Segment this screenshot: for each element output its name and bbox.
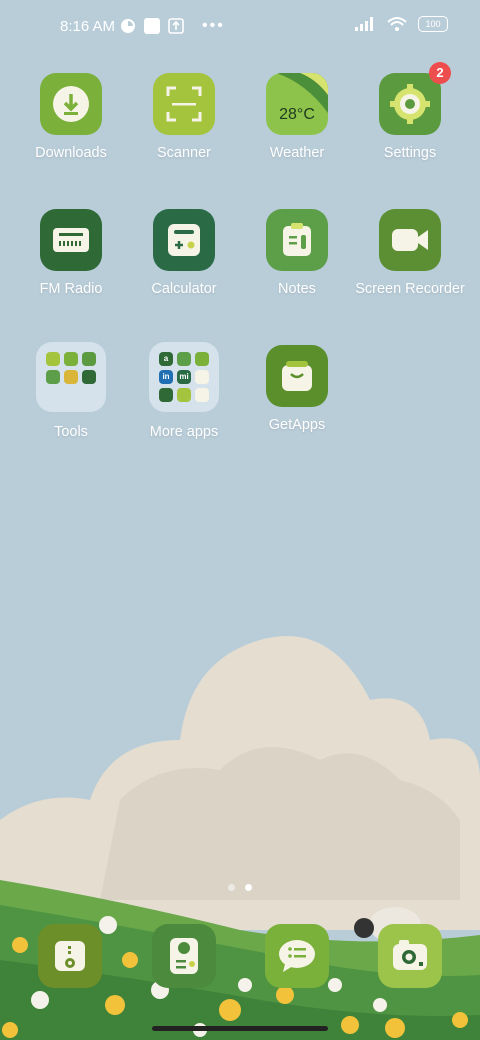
clock: 8:16 AM bbox=[60, 18, 116, 35]
messages-app[interactable] bbox=[265, 924, 329, 988]
signal-icon bbox=[355, 17, 373, 31]
video-camera-icon bbox=[392, 229, 428, 251]
notification-square-icon bbox=[144, 18, 160, 34]
status-bar: 8:16 AM ••• 100 bbox=[0, 0, 480, 56]
notification-icons: ••• bbox=[120, 17, 225, 35]
app-label: More apps bbox=[149, 424, 219, 440]
app-label: Settings bbox=[383, 145, 437, 161]
app-notes[interactable]: Notes bbox=[242, 209, 352, 298]
camera-icon bbox=[393, 940, 427, 970]
app-screen-recorder[interactable]: Screen Recorder bbox=[355, 209, 465, 298]
app-getapps[interactable]: GetApps bbox=[242, 345, 352, 434]
phone-app[interactable] bbox=[38, 924, 102, 988]
amazon-icon: a bbox=[163, 354, 169, 363]
app-icon bbox=[266, 345, 328, 407]
linkedin-icon: in bbox=[162, 372, 170, 381]
app-scanner[interactable]: Scanner bbox=[129, 73, 239, 162]
wifi-icon bbox=[387, 17, 407, 31]
app-icon bbox=[40, 73, 102, 135]
calculator-icon bbox=[168, 224, 200, 256]
app-label: Downloads bbox=[35, 145, 107, 161]
folder-icon: a in mi bbox=[149, 342, 219, 412]
scan-icon bbox=[166, 86, 202, 122]
message-icon bbox=[279, 940, 315, 972]
more-dots-icon: ••• bbox=[202, 17, 225, 34]
app-fm-radio[interactable]: FM Radio bbox=[16, 209, 126, 298]
app-label: GetApps bbox=[268, 417, 326, 433]
weather-temperature: 28°C bbox=[279, 106, 315, 123]
gear-icon bbox=[390, 84, 430, 124]
weather-icon: 28°C bbox=[266, 73, 328, 135]
app-calculator[interactable]: Calculator bbox=[129, 209, 239, 298]
radio-icon bbox=[53, 228, 89, 252]
app-label: Scanner bbox=[156, 145, 211, 161]
app-label: FM Radio bbox=[39, 281, 103, 297]
app-icon bbox=[40, 209, 102, 271]
app-icon bbox=[153, 73, 215, 135]
battery-icon: 100 bbox=[418, 16, 448, 32]
dock bbox=[0, 924, 480, 988]
alarm-icon bbox=[121, 19, 135, 33]
folder-icon bbox=[36, 342, 106, 412]
folder-tools[interactable]: Tools bbox=[16, 342, 126, 441]
app-icon bbox=[153, 209, 215, 271]
app-downloads[interactable]: Downloads bbox=[16, 73, 126, 162]
home-indicator[interactable] bbox=[152, 1026, 328, 1031]
upload-icon bbox=[168, 18, 184, 34]
app-settings[interactable]: 2 Settings bbox=[355, 62, 465, 162]
app-weather[interactable]: 28°C Weather bbox=[242, 73, 352, 162]
app-icon bbox=[266, 209, 328, 271]
phone-icon bbox=[55, 941, 85, 971]
notes-icon bbox=[283, 223, 311, 256]
security-app[interactable] bbox=[152, 924, 216, 988]
security-icon bbox=[170, 938, 198, 974]
system-icons: 100 bbox=[354, 16, 448, 32]
download-icon bbox=[53, 86, 89, 122]
app-label: Calculator bbox=[151, 281, 217, 297]
app-label: Weather bbox=[269, 145, 325, 161]
shopping-bag-icon bbox=[282, 361, 312, 391]
page-indicator bbox=[0, 878, 480, 896]
app-label: Screen Recorder bbox=[355, 281, 465, 297]
folder-more-apps[interactable]: a in mi More apps bbox=[129, 342, 239, 441]
app-label: Tools bbox=[54, 424, 88, 440]
page-dot[interactable] bbox=[228, 884, 235, 891]
app-label: Notes bbox=[278, 281, 316, 297]
camera-app[interactable] bbox=[378, 924, 442, 988]
app-icon bbox=[379, 209, 441, 271]
page-dot-active[interactable] bbox=[245, 884, 252, 891]
notification-badge: 2 bbox=[429, 62, 451, 84]
mi-icon: mi bbox=[179, 372, 189, 381]
app-icon: 2 bbox=[379, 62, 451, 135]
